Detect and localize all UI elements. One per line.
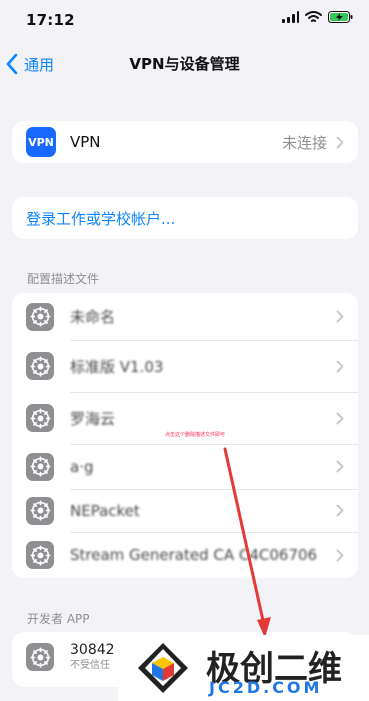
cube-logo-icon <box>138 643 188 693</box>
profile-row[interactable]: 标准版 V1.03 <box>12 340 358 392</box>
developer-app-name: 30842 <box>70 641 115 658</box>
profile-row[interactable]: 未命名 <box>12 293 358 340</box>
chevron-right-icon <box>336 549 344 561</box>
gear-icon <box>26 404 54 432</box>
developer-app-status: 不受信任 <box>70 659 110 671</box>
chevron-right-icon <box>336 136 344 148</box>
profiles-section-header: 配置描述文件 <box>27 272 100 286</box>
status-time: 17:12 <box>26 11 75 29</box>
profile-label: 标准版 V1.03 <box>70 357 164 376</box>
navigation-bar: 通用 VPN与设备管理 <box>0 40 369 88</box>
vpn-row[interactable]: VPN VPN 未连接 <box>12 121 358 163</box>
profile-label: 罗海云 <box>70 409 116 428</box>
gear-icon <box>26 452 54 481</box>
developer-section-header: 开发者 APP <box>27 612 90 626</box>
account-card: 登录工作或学校帐户... <box>12 197 358 239</box>
profile-label: 未命名 <box>70 308 116 326</box>
gear-icon <box>26 541 54 569</box>
gear-icon <box>26 352 54 380</box>
annotation-text: 点击这个删除描述文件即可 <box>165 432 226 438</box>
developer-app-text: 30842 不受信任 <box>70 643 115 671</box>
profile-row[interactable]: a·g <box>12 444 358 489</box>
vpn-label: VPN <box>70 133 101 151</box>
page-title: VPN与设备管理 <box>129 55 240 73</box>
gear-icon <box>26 302 54 331</box>
status-icons <box>281 11 353 23</box>
vpn-icon: VPN <box>26 127 56 157</box>
gear-icon <box>26 496 54 525</box>
vpn-status: 未连接 <box>281 133 327 152</box>
wifi-icon <box>305 11 322 22</box>
chevron-right-icon <box>336 460 344 473</box>
chevron-right-icon <box>336 412 344 424</box>
profile-label: a·g <box>70 457 94 476</box>
chevron-right-icon <box>336 360 344 372</box>
profile-label: Stream Generated CA C4C06706 <box>70 546 318 564</box>
vpn-card: VPN VPN 未连接 <box>12 121 358 163</box>
battery-icon <box>328 11 353 23</box>
chevron-right-icon <box>336 504 344 517</box>
profile-row[interactable]: Stream Generated CA C4C06706 <box>12 532 358 578</box>
watermark-domain: JC2D.COM <box>209 678 323 697</box>
sign-in-work-school-account[interactable]: 登录工作或学校帐户... <box>12 197 358 239</box>
vpn-device-management-screen: 17:12 通用 VPN与设备管理 VPN VPN 未连接 登录工作或学校帐户.… <box>0 0 369 701</box>
profile-label: NEPacket <box>70 501 140 520</box>
watermark-overlay: 极创二维 JC2D.COM <box>118 635 369 701</box>
chevron-right-icon <box>336 310 344 323</box>
account-link-label: 登录工作或学校帐户... <box>26 209 176 228</box>
profile-row[interactable]: NEPacket <box>12 489 358 532</box>
signal-icon <box>282 11 299 23</box>
status-bar: 17:12 <box>0 0 369 40</box>
gear-icon <box>26 643 54 671</box>
